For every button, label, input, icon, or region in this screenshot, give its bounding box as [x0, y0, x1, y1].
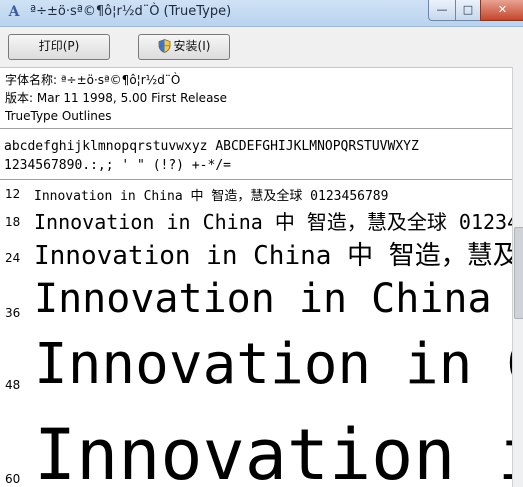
digits-symbols-line: 1234567890.:,; ' " (!?) +-*/= [4, 158, 231, 173]
scrollbar-thumb[interactable] [514, 227, 523, 319]
sample-text: Innovation in China 中 智造，慧及全球 [34, 241, 512, 271]
size-label: 48 [5, 378, 21, 392]
uac-shield-icon [158, 39, 170, 53]
sample-row-18: 18 Innovation in China 中 智造，慧及全球 0123456… [0, 206, 512, 234]
font-info: 字体名称: ª÷±ö·sª©¶ô¦r½d¨Ò 版本: Mar 11 1998, … [5, 71, 227, 125]
character-set-preview: abcdefghijklmnopqrstuvwxyz ABCDEFGHIJKLM… [4, 137, 419, 175]
alphabet-line: abcdefghijklmnopqrstuvwxyz ABCDEFGHIJKLM… [4, 139, 419, 154]
print-button[interactable]: 打印(P) [8, 34, 110, 60]
size-label: 18 [5, 215, 21, 229]
size-label: 12 [5, 187, 21, 201]
sample-row-60: 60 Innovation in China [0, 410, 512, 487]
close-button[interactable]: ✕ [480, 0, 523, 21]
vertical-scrollbar[interactable] [512, 67, 523, 487]
font-app-icon: A [8, 4, 20, 20]
size-label: 60 [5, 472, 21, 486]
sample-text: Innovation in China [34, 332, 512, 397]
sample-text: Innovation in China [34, 414, 512, 487]
font-version-line: 版本: Mar 11 1998, 5.00 First Release [5, 91, 228, 105]
font-outline-line: TrueType Outlines [5, 109, 112, 123]
sample-row-36: 36 Innovation in China [0, 274, 512, 330]
sample-row-24: 24 Innovation in China 中 智造，慧及全球 [0, 234, 512, 274]
install-button[interactable]: 安装(I) [138, 34, 230, 60]
toolbar: 打印(P) 安装(I) [0, 27, 523, 68]
minimize-button[interactable]: — [428, 0, 456, 21]
font-name-line: 字体名称: ª÷±ö·sª©¶ô¦r½d¨Ò [5, 73, 181, 87]
install-button-label: 安装(I) [173, 39, 211, 53]
font-preview-window: A ª÷±ö·sª©¶ô¦r½d¨Ò (TrueType) — □ ✕ 打印(P… [0, 0, 523, 487]
divider [0, 179, 512, 180]
divider [0, 128, 512, 129]
window-title: ª÷±ö·sª©¶ô¦r½d¨Ò (TrueType) [30, 4, 232, 19]
maximize-button[interactable]: □ [455, 0, 481, 21]
title-bar[interactable]: A ª÷±ö·sª©¶ô¦r½d¨Ò (TrueType) — □ ✕ [0, 0, 523, 27]
sample-text: Innovation in China 中 智造，慧及全球 0123456789 [34, 189, 389, 204]
sample-text: Innovation in China [34, 276, 492, 322]
print-button-label: 打印(P) [38, 39, 80, 53]
sample-row-12: 12 Innovation in China 中 智造，慧及全球 0123456… [0, 184, 512, 206]
sample-row-48: 48 Innovation in China [0, 330, 512, 410]
size-label: 36 [5, 306, 21, 320]
size-label: 24 [5, 251, 21, 265]
sample-text: Innovation in China 中 智造，慧及全球 0123456789 [34, 210, 512, 234]
